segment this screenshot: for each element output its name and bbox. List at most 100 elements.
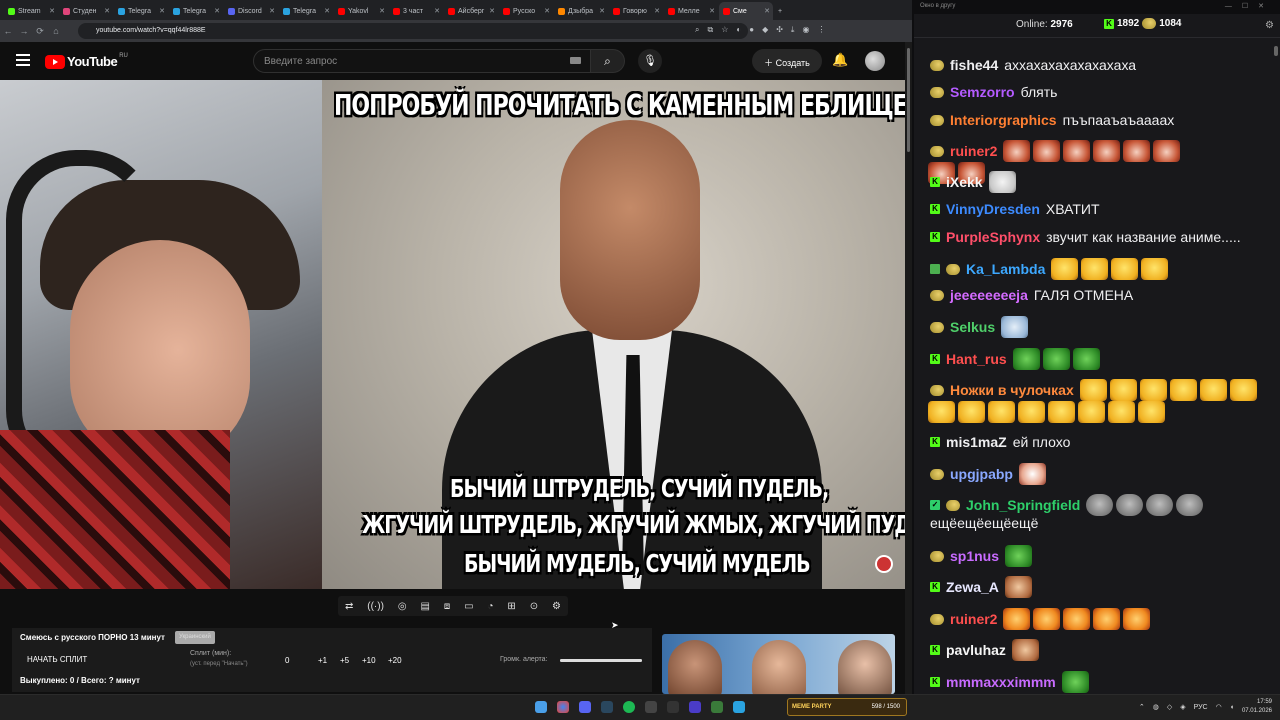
start-split-button[interactable]: НАЧАТЬ СПЛИТ	[27, 655, 87, 664]
chat-username[interactable]: sp1nus	[950, 548, 999, 564]
chat-username[interactable]: jeeeeeeeeja	[950, 287, 1028, 303]
broadcast-icon[interactable]: ((·))	[367, 601, 384, 612]
spotify-icon[interactable]	[623, 701, 635, 713]
chat-username[interactable]: Interiorgraphics	[950, 112, 1057, 128]
alert-volume-slider[interactable]	[560, 659, 642, 662]
chat-username[interactable]: John_Springfield	[966, 497, 1080, 513]
tab-close-icon[interactable]: ✕	[709, 7, 715, 15]
chat-username[interactable]: iXekk	[946, 174, 983, 190]
chat-username[interactable]: ruiner2	[950, 143, 997, 159]
tab-close-icon[interactable]: ✕	[104, 7, 110, 15]
browser-tab[interactable]: Говорю ✕	[609, 2, 663, 20]
browser-tab[interactable]: Telegra ✕	[114, 2, 168, 20]
app-icon[interactable]	[667, 701, 679, 713]
tab-close-icon[interactable]: ✕	[544, 7, 550, 15]
wifi-icon[interactable]: ◠	[1216, 703, 1222, 711]
keyboard-icon[interactable]	[570, 57, 581, 64]
hamburger-menu-icon[interactable]	[16, 54, 30, 69]
chat-scrollbar[interactable]	[1274, 46, 1278, 686]
browser-tab[interactable]: Discord ✕	[224, 2, 278, 20]
tab-close-icon[interactable]: ✕	[434, 7, 440, 15]
video-player[interactable]: ПОПРОБУЙ ПРОЧИТАТЬ С КАМЕННЫМ ЕБЛИЩЕМ БЫ…	[0, 80, 905, 589]
download-icon[interactable]: ⤓	[791, 25, 795, 35]
chat-username[interactable]: Ka_Lambda	[966, 261, 1045, 277]
chat-username[interactable]: ruiner2	[950, 611, 997, 627]
eye-icon[interactable]: ◎	[398, 601, 407, 612]
loop-icon[interactable]: ⇄	[345, 601, 353, 612]
start-icon[interactable]	[535, 701, 547, 713]
clapperboard-icon[interactable]: ▤	[420, 601, 429, 612]
url-field[interactable]: youtube.com/watch?v=qqf44lr888E	[78, 23, 748, 39]
browser-tab[interactable]: Мелле ✕	[664, 2, 718, 20]
tab-close-icon[interactable]: ✕	[324, 7, 330, 15]
media-player-icon[interactable]	[689, 701, 701, 713]
page-scrollbar[interactable]	[905, 42, 912, 694]
tray-app-icon[interactable]: ◇	[1167, 703, 1172, 711]
add-5-button[interactable]: +5	[340, 656, 349, 665]
profile-icon[interactable]: ◉	[802, 25, 809, 35]
extension-icon[interactable]: ●	[749, 25, 754, 35]
speed-icon[interactable]: ◔	[487, 601, 493, 612]
menu-kebab-icon[interactable]: ⋮	[817, 25, 825, 35]
new-tab-button[interactable]: +	[774, 2, 792, 20]
browser-tab[interactable]: Сме ✕	[719, 2, 773, 20]
add-1-button[interactable]: +1	[318, 656, 327, 665]
chat-username[interactable]: PurpleSphynx	[946, 229, 1040, 245]
back-icon[interactable]: ←	[0, 26, 16, 36]
theater-icon[interactable]: ▭	[464, 601, 473, 612]
avatar[interactable]	[865, 51, 885, 71]
create-button[interactable]: ＋ Создать	[752, 49, 822, 73]
meme-party-widget[interactable]: MEME PARTY 598 / 1500	[787, 698, 907, 716]
browser-tab[interactable]: Дзыбра ✕	[554, 2, 608, 20]
chat-username[interactable]: pavluhaz	[946, 642, 1006, 658]
voice-search-button[interactable]: 🎙	[638, 49, 662, 73]
bookmark-star-icon[interactable]: ☆	[721, 25, 728, 35]
chat-username[interactable]: Semzorro	[950, 84, 1015, 100]
notifications-bell-icon[interactable]: 🔔	[832, 52, 848, 68]
browser-tab[interactable]: Айсберг ✕	[444, 2, 498, 20]
tab-close-icon[interactable]: ✕	[214, 7, 220, 15]
add-20-button[interactable]: +20	[388, 656, 402, 665]
extension-icon[interactable]: ◆	[762, 25, 768, 35]
zoom-icon[interactable]: ⌕	[695, 25, 699, 35]
tab-close-icon[interactable]: ✕	[379, 7, 385, 15]
puzzle-icon[interactable]: ✣	[776, 25, 783, 35]
split-value-input[interactable]: 0	[285, 656, 289, 665]
chat-username[interactable]: VinnyDresden	[946, 201, 1040, 217]
chat-username[interactable]: mmmaxxximmm	[946, 674, 1056, 690]
browser-tab[interactable]: Telegra ✕	[169, 2, 223, 20]
tab-close-icon[interactable]: ✕	[599, 7, 605, 15]
tab-close-icon[interactable]: ✕	[159, 7, 165, 15]
browser-tab[interactable]: Русско ✕	[499, 2, 553, 20]
chat-settings-gear-icon[interactable]: ⚙	[1265, 20, 1274, 31]
tray-app-icon[interactable]: ◍	[1153, 703, 1159, 711]
chat-username[interactable]: Selkus	[950, 319, 995, 335]
tab-close-icon[interactable]: ✕	[49, 7, 55, 15]
screenshot-icon[interactable]: ⊙	[530, 601, 538, 612]
extensions-icon[interactable]: ◐	[736, 25, 741, 35]
browser-tab[interactable]: Студен ✕	[59, 2, 113, 20]
browser-tab[interactable]: Telegra ✕	[279, 2, 333, 20]
tab-close-icon[interactable]: ✕	[654, 7, 660, 15]
search-button[interactable]: ⌕	[591, 49, 625, 73]
tab-close-icon[interactable]: ✕	[764, 7, 770, 15]
telegram-icon[interactable]	[733, 701, 745, 713]
browser-tab[interactable]: Yakovl ✕	[334, 2, 388, 20]
clock[interactable]: 17:59 07.01.2026	[1242, 698, 1272, 716]
chat-username[interactable]: fishe44	[950, 57, 998, 73]
tray-app-icon[interactable]: ◈	[1180, 703, 1185, 711]
browser-tab[interactable]: 3 част ✕	[389, 2, 443, 20]
discord-icon[interactable]	[579, 701, 591, 713]
language-indicator[interactable]: РУС	[1194, 704, 1208, 711]
chat-username[interactable]: Ножки в чулочках	[950, 382, 1074, 398]
search-input[interactable]: Введите запрос	[253, 49, 591, 73]
tab-close-icon[interactable]: ✕	[269, 7, 275, 15]
volume-icon[interactable]: ◖	[1230, 704, 1234, 711]
chat-username[interactable]: Hant_rus	[946, 351, 1007, 367]
tab-close-icon[interactable]: ✕	[489, 7, 495, 15]
install-icon[interactable]: ⧉	[707, 25, 713, 35]
obs-icon[interactable]	[645, 701, 657, 713]
steam-icon[interactable]	[601, 701, 613, 713]
youtube-logo[interactable]: YouTube RU	[45, 53, 128, 69]
tray-chevron-icon[interactable]: ⌃	[1139, 703, 1145, 711]
